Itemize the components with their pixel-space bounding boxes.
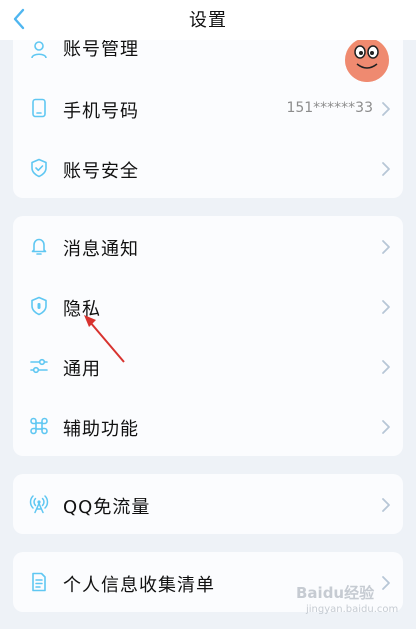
- document-icon: [32, 572, 46, 592]
- watermark-logo-text: Baidu经验: [296, 584, 375, 602]
- qq-free-traffic-row[interactable]: QQ免流量: [13, 474, 403, 534]
- user-icon: [31, 41, 47, 59]
- account-security-label: 账号安全: [63, 161, 139, 182]
- page-title: 设置: [189, 10, 227, 31]
- traffic-card: QQ免流量: [13, 474, 403, 534]
- watermark-url: jingyan.baidu.com: [306, 604, 399, 615]
- personal-info-label: 个人信息收集清单: [63, 575, 215, 596]
- command-icon: [30, 417, 48, 435]
- chevron-right-icon: [382, 498, 390, 512]
- baidu-watermark: Baidu经验 jingyan.baidu.com: [296, 574, 412, 626]
- top-nav: 设置: [0, 0, 416, 40]
- account-card: 账号管理 手机号码 151******33 账号安全: [13, 18, 403, 198]
- accessibility-label: 辅助功能: [63, 419, 139, 440]
- notifications-label: 消息通知: [63, 239, 139, 260]
- privacy-label: 隐私: [63, 299, 101, 320]
- avatar[interactable]: [345, 38, 389, 82]
- bell-icon: [31, 238, 47, 255]
- sliders-icon: [30, 358, 48, 374]
- chevron-right-icon: [382, 240, 390, 254]
- phone-icon: [32, 98, 46, 118]
- accessibility-row[interactable]: 辅助功能: [13, 396, 403, 456]
- account-security-row[interactable]: 账号安全: [13, 138, 403, 198]
- notifications-row[interactable]: 消息通知: [13, 216, 403, 276]
- general-label: 通用: [63, 359, 101, 380]
- chevron-right-icon: [382, 420, 390, 434]
- shield-check-icon: [31, 158, 47, 178]
- privacy-shield-icon: [31, 296, 47, 316]
- chevron-right-icon: [382, 300, 390, 314]
- phone-number-row[interactable]: 手机号码 151******33: [13, 78, 403, 138]
- general-row[interactable]: 通用: [13, 336, 403, 396]
- qq-free-traffic-label: QQ免流量: [63, 497, 151, 518]
- chevron-right-icon: [382, 102, 390, 116]
- phone-number-value: 151******33: [286, 100, 373, 116]
- privacy-row[interactable]: 隐私: [13, 276, 403, 336]
- phone-number-label: 手机号码: [63, 101, 139, 122]
- chevron-right-icon: [382, 360, 390, 374]
- broadcast-icon: [29, 495, 49, 514]
- settings-card: 消息通知 隐私 通用 辅助功能: [13, 216, 403, 456]
- chevron-right-icon: [382, 162, 390, 176]
